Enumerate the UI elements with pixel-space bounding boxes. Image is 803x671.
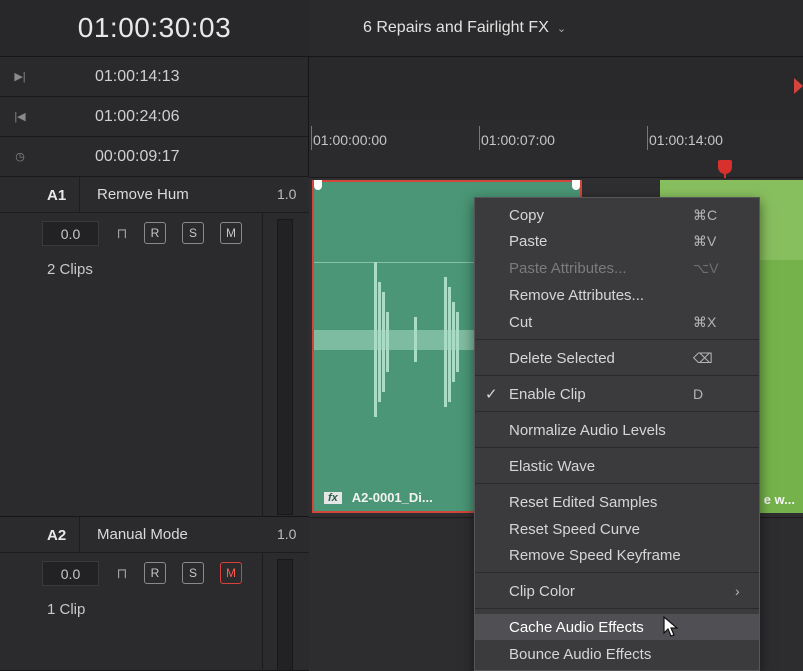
menu-item-reset-edited-samples[interactable]: Reset Edited Samples [475,489,759,515]
track-a1-record-button[interactable]: R [144,222,166,244]
menu-item-label: Clip Color [509,582,575,600]
track-a2-record-button[interactable]: R [144,562,166,584]
ruler-tick: 01:00:00:00 [311,126,387,150]
track-a1-divider [262,213,263,517]
menu-item-label: Cache Audio Effects [509,618,644,636]
menu-item-shortcut: ⌥V [693,259,719,276]
menu-separator [475,572,759,573]
mouse-pointer-icon [663,616,679,637]
track-a2-level-field[interactable]: 0.0 [42,561,99,586]
checkmark-icon: ✓ [485,386,498,403]
mark-in-icon: ▶| [14,71,26,83]
context-menu: Copy ⌘C Paste ⌘V Paste Attributes... ⌥V … [474,197,760,671]
track-a1-solo-button[interactable]: S [182,222,204,244]
track-a2-mute-button[interactable]: M [220,562,242,584]
mark-out-row[interactable]: |◀ 01:00:24:06 [0,97,309,137]
menu-item-copy[interactable]: Copy ⌘C [475,202,759,228]
clip-name: A2-0001_Di... [351,490,433,505]
mark-out-timecode: 01:00:24:06 [95,107,180,125]
track-a2-volume: 1.0 [277,526,297,542]
clip-trim-handle-left[interactable] [314,180,322,190]
menu-item-label: Delete Selected [509,349,615,367]
clip-trim-handle-right[interactable] [572,180,580,190]
track-a1-header: A1 Remove Hum 1.0 0.0 ⊓ R S M 2 Clips [0,177,309,517]
menu-item-shortcut: ⌘X [693,313,717,330]
clip-b-name: e w... [763,492,795,507]
timeline-name: 6 Repairs and Fairlight FX [363,19,549,36]
mark-in-timecode: 01:00:14:13 [95,67,180,85]
menu-separator [475,375,759,376]
menu-separator [475,447,759,448]
track-a2-lock-icon[interactable]: ⊓ [114,565,130,581]
chevron-down-icon: ⌄ [556,23,567,35]
menu-item-paste-attributes[interactable]: Paste Attributes... ⌥V [475,255,759,281]
duration-timecode: 00:00:09:17 [95,147,180,165]
mark-in-row[interactable]: ▶| 01:00:14:13 [0,57,309,97]
track-a2-meter [277,559,293,671]
menu-item-paste[interactable]: Paste ⌘V [475,228,759,254]
menu-item-label: Paste [509,232,548,250]
menu-separator [475,608,759,609]
ruler-tick: 01:00:07:00 [479,126,555,150]
track-a1-name[interactable]: Remove Hum [97,186,189,203]
track-a1-meter [277,219,293,515]
menu-item-label: Remove Speed Keyframe [509,546,681,564]
menu-item-delete-selected[interactable]: Delete Selected ⌫ [475,345,759,371]
menu-item-label: Elastic Wave [509,457,596,475]
menu-item-bounce-audio-effects[interactable]: Bounce Audio Effects [475,641,759,667]
track-a1-volume: 1.0 [277,186,297,202]
menu-separator [475,339,759,340]
menu-item-cache-audio-effects[interactable]: Cache Audio Effects [475,614,759,640]
delete-key-icon: ⌫ [693,349,713,366]
menu-item-normalize-audio-levels[interactable]: Normalize Audio Levels [475,417,759,443]
menu-item-label: Reset Edited Samples [509,493,658,511]
menu-item-label: Cut [509,313,533,331]
menu-item-label: Remove Attributes... [509,286,645,304]
timeline-selector[interactable]: 6 Repairs and Fairlight FX ⌄ [363,19,566,37]
track-a1-clip-count: 2 Clips [47,261,93,278]
track-a2-header: A2 Manual Mode 1.0 0.0 ⊓ R S M 1 Clip [0,517,309,671]
menu-separator [475,483,759,484]
track-a2-clip-count: 1 Clip [47,601,86,618]
menu-item-label: Reset Speed Curve [509,520,640,538]
menu-item-label: Normalize Audio Levels [509,421,666,439]
menu-item-reset-speed-curve[interactable]: Reset Speed Curve [475,516,759,542]
track-a2-divider [262,553,263,671]
track-a1-level-field[interactable]: 0.0 [42,221,99,246]
menu-item-shortcut: ⌘V [693,232,717,249]
menu-item-label: Copy [509,206,545,224]
track-a1-lock-icon[interactable]: ⊓ [114,225,130,241]
track-a2-name[interactable]: Manual Mode [97,526,188,543]
duration-clock-icon: ◷ [15,151,25,163]
ruler-tick: 01:00:14:00 [647,126,723,150]
track-a2-title-bar: A2 Manual Mode 1.0 [0,517,309,553]
menu-item-enable-clip[interactable]: ✓ Enable Clip D [475,381,759,407]
fx-badge-icon: fx [324,491,342,504]
menu-item-shortcut: ⌘C [693,206,718,223]
chevron-right-icon: › [735,583,740,599]
menu-item-cut[interactable]: Cut ⌘X [475,309,759,335]
track-a2-solo-button[interactable]: S [182,562,204,584]
menu-item-clip-color[interactable]: Clip Color › [475,578,759,604]
track-a1-id: A1 [0,177,80,213]
track-a2-id: A2 [0,517,80,553]
menu-item-shortcut: D [693,386,704,402]
track-a1-mute-button[interactable]: M [220,222,242,244]
main-timecode[interactable]: 01:00:30:03 [0,0,309,57]
menu-item-label: Bounce Audio Effects [509,645,652,663]
menu-item-remove-attributes[interactable]: Remove Attributes... [475,282,759,308]
track-header-panel: 01:00:30:03 ▶| 01:00:14:13 |◀ 01:00:24:0… [0,0,309,671]
track-a1-title-bar: A1 Remove Hum 1.0 [0,177,309,213]
duration-row[interactable]: ◷ 00:00:09:17 [0,137,309,177]
menu-separator [475,411,759,412]
menu-item-elastic-wave[interactable]: Elastic Wave [475,453,759,479]
mark-out-icon: |◀ [14,111,26,123]
menu-item-label: Enable Clip [509,385,586,403]
menu-item-remove-speed-keyframe[interactable]: Remove Speed Keyframe [475,542,759,568]
clip-name-label: fx A2-0001_Di... [324,490,433,505]
menu-item-label: Paste Attributes... [509,259,627,277]
timeline-top-bar: 6 Repairs and Fairlight FX ⌄ [309,0,803,57]
